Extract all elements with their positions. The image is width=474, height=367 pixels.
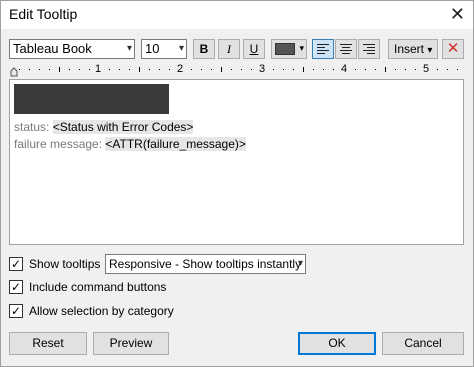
insert-menu-button[interactable]: Insert ▾ bbox=[388, 39, 438, 59]
tooltip-editor[interactable]: status: <Status with Error Codes> failur… bbox=[9, 79, 464, 245]
ruler-mark-3: 3 bbox=[259, 63, 266, 75]
editor-line-failure-message: failure message: <ATTR(failure_message)> bbox=[14, 137, 246, 151]
align-left-icon bbox=[317, 44, 329, 54]
align-center-button[interactable] bbox=[335, 39, 357, 59]
dialog-title: Edit Tooltip bbox=[9, 6, 78, 22]
allow-selection-label: Allow selection by category bbox=[29, 304, 174, 318]
chevron-down-icon: ▾ bbox=[297, 258, 303, 269]
font-size-select[interactable]: 10 ▾ bbox=[141, 39, 187, 59]
ruler-mark-4: 4 bbox=[341, 63, 348, 75]
reset-button[interactable]: Reset bbox=[9, 332, 87, 355]
status-field-token: <Status with Error Codes> bbox=[52, 120, 194, 134]
indent-marker-icon bbox=[10, 67, 18, 77]
ok-button[interactable]: OK bbox=[298, 332, 376, 355]
failure-message-label: failure message: bbox=[14, 137, 103, 151]
ruler-mark-1: 1 bbox=[95, 63, 102, 75]
text-color-picker[interactable]: ▾ bbox=[271, 39, 307, 59]
italic-button[interactable]: I bbox=[218, 39, 240, 59]
redacted-block bbox=[14, 84, 169, 114]
chevron-down-icon: ▾ bbox=[178, 43, 184, 54]
font-family-value: Tableau Book bbox=[13, 41, 92, 56]
clear-all-button[interactable]: ✕ bbox=[442, 39, 464, 59]
failure-message-field-token: <ATTR(failure_message)> bbox=[105, 137, 246, 151]
show-tooltips-option[interactable]: ✓ Show tooltips bbox=[9, 256, 105, 274]
include-command-buttons-option[interactable]: ✓ Include command buttons bbox=[9, 279, 189, 297]
chevron-down-icon: ▾ bbox=[427, 45, 433, 56]
clear-x-icon: ✕ bbox=[446, 40, 460, 57]
align-right-button[interactable] bbox=[358, 39, 380, 59]
chevron-down-icon: ▾ bbox=[299, 43, 304, 53]
edit-tooltip-dialog: Edit Tooltip ✕ Tableau Book ▾ 10 ▾ B I U… bbox=[0, 0, 474, 367]
bold-button[interactable]: B bbox=[193, 39, 215, 59]
tooltip-mode-value: Responsive - Show tooltips instantly bbox=[109, 257, 302, 271]
font-family-select[interactable]: Tableau Book ▾ bbox=[9, 39, 135, 59]
font-size-value: 10 bbox=[145, 41, 160, 56]
ruler-mark-2: 2 bbox=[177, 63, 184, 75]
show-tooltips-checkbox[interactable]: ✓ bbox=[9, 257, 23, 271]
allow-selection-option[interactable]: ✓ Allow selection by category bbox=[9, 303, 199, 321]
title-bar: Edit Tooltip ✕ bbox=[1, 1, 473, 29]
editor-line-status: status: <Status with Error Codes> bbox=[14, 120, 194, 134]
align-center-icon bbox=[340, 44, 352, 54]
underline-button[interactable]: U bbox=[243, 39, 265, 59]
status-label: status: bbox=[14, 120, 50, 134]
ruler-mark-5: 5 bbox=[423, 63, 430, 75]
ruler-ticks bbox=[10, 67, 458, 77]
tooltip-mode-select[interactable]: Responsive - Show tooltips instantly ▾ bbox=[105, 254, 306, 274]
insert-label: Insert bbox=[394, 42, 425, 56]
show-tooltips-label: Show tooltips bbox=[29, 257, 101, 271]
allow-selection-checkbox[interactable]: ✓ bbox=[9, 304, 23, 318]
align-right-icon bbox=[363, 44, 375, 54]
include-command-buttons-label: Include command buttons bbox=[29, 280, 167, 294]
ruler: 1 2 3 4 5 bbox=[9, 63, 463, 77]
preview-button[interactable]: Preview bbox=[93, 332, 169, 355]
cancel-button[interactable]: Cancel bbox=[382, 332, 464, 355]
chevron-down-icon: ▾ bbox=[126, 43, 132, 54]
align-left-button[interactable] bbox=[312, 39, 334, 59]
close-icon[interactable]: ✕ bbox=[450, 3, 465, 25]
text-color-swatch bbox=[275, 43, 295, 55]
include-command-buttons-checkbox[interactable]: ✓ bbox=[9, 280, 23, 294]
